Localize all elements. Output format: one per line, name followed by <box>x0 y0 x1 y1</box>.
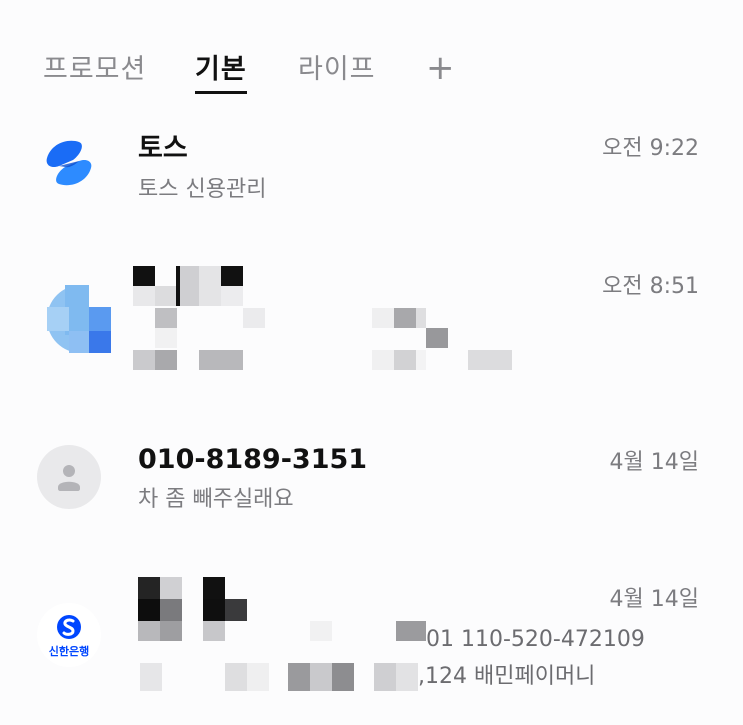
toss-logo-icon <box>37 132 101 196</box>
message-preview: 차 좀 빼주실래요 <box>138 487 294 512</box>
pixelated-avatar-icon <box>37 285 111 353</box>
active-tab-indicator <box>195 91 247 94</box>
person-icon <box>37 445 101 509</box>
message-row-shinhan[interactable]: 신한은행 01 110-520-472109 ,124 배민페이머니 4월 14… <box>0 565 743 725</box>
message-preview: 토스 신용관리 <box>138 177 267 202</box>
add-tab-button[interactable]: + <box>426 48 455 88</box>
message-time: 4월 14일 <box>609 450 699 475</box>
message-time: 4월 14일 <box>609 587 699 612</box>
message-row-phone[interactable]: 010-8189-3151 차 좀 빼주실래요 4월 14일 <box>0 430 743 530</box>
shinhan-bank-logo-text: 신한은행 <box>48 645 90 658</box>
tab-basic[interactable]: 기본 <box>195 52 247 88</box>
message-row-toss[interactable]: 토스 토스 신용관리 오전 9:22 <box>0 120 743 220</box>
tab-life[interactable]: 라이프 <box>298 52 376 88</box>
tab-promotion[interactable]: 프로모션 <box>43 52 146 88</box>
message-row-redacted-1[interactable]: 오전 8:51 <box>0 255 743 385</box>
message-preview-line2: ,124 배민페이머니 <box>418 664 596 689</box>
shinhan-bank-logo-icon: 신한은행 <box>37 603 101 667</box>
message-list-screen: 프로모션 기본 라이프 + 토스 토스 신용관리 오전 9:22 오전 8:51… <box>0 0 743 725</box>
sender-name: 토스 <box>138 133 188 164</box>
message-time: 오전 8:51 <box>602 274 699 299</box>
sender-name: 010-8189-3151 <box>138 444 368 475</box>
category-tabs: 프로모션 기본 라이프 + <box>0 0 743 110</box>
message-time: 오전 9:22 <box>602 136 699 161</box>
message-preview-line1: 01 110-520-472109 <box>426 627 645 652</box>
